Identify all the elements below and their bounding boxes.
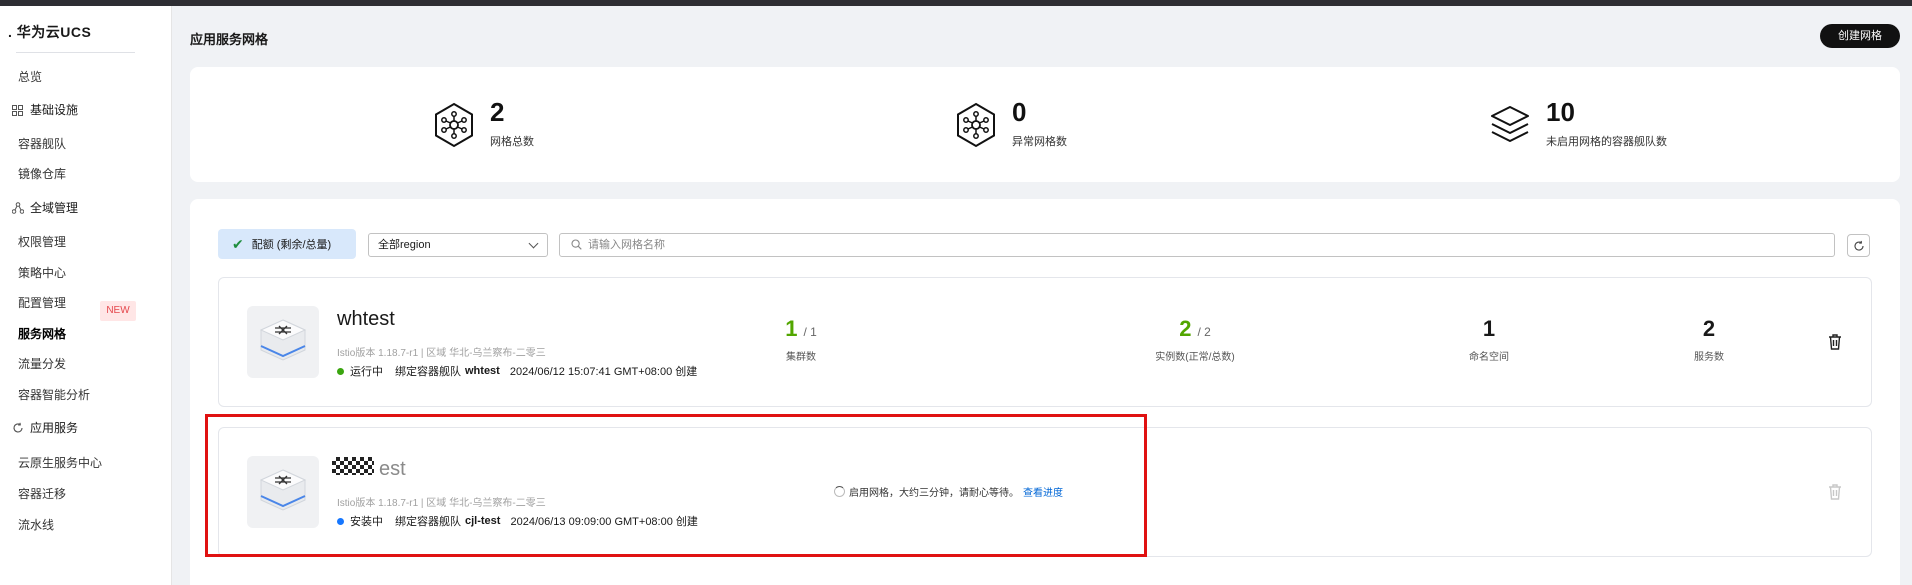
metric-services: 2 服务数 (1649, 316, 1769, 363)
fleet-name: whtest (465, 365, 500, 377)
status-text: 安装中 (350, 516, 383, 528)
sidebar-group-app-services[interactable]: 应用服务 (11, 420, 78, 436)
sidebar-item-permissions[interactable]: 权限管理 (18, 234, 66, 250)
metric-label: 命名空间 (1469, 352, 1509, 363)
quota-label: 配额 (剩余/总量) (251, 239, 332, 251)
sidebar-group-label: 全域管理 (30, 201, 79, 215)
grid-icon (11, 104, 24, 117)
search-icon (571, 239, 582, 250)
metric-total: / 2 (1197, 325, 1211, 339)
mesh-card[interactable]: whtest Istio版本 1.18.7-r1 | 区域 华北-乌兰察布-二零… (218, 277, 1872, 407)
mesh-name[interactable]: whtest (337, 308, 395, 331)
sidebar-item-pipeline[interactable]: 流水线 (18, 517, 54, 533)
stat-label: 网格总数 (490, 136, 534, 148)
quota-button[interactable]: ✔ 配额 (剩余/总量) (218, 229, 356, 259)
metric-label: 实例数(正常/总数) (1155, 352, 1235, 363)
mesh-device-icon (259, 319, 307, 361)
create-mesh-button[interactable]: 创建网格 (1820, 24, 1900, 48)
fleet-name: cjl-test (465, 515, 501, 527)
metric-clusters: 1 / 1 集群数 (741, 316, 861, 363)
brand-label: 华为云UCS (16, 24, 92, 40)
page-title: 应用服务网格 (190, 32, 269, 47)
mesh-meta: Istio版本 1.18.7-r1 | 区域 华北-乌兰察布-二零三 (337, 498, 546, 509)
sidebar-group-infrastructure[interactable]: 基础设施 (11, 102, 78, 118)
metric-label: 服务数 (1694, 352, 1724, 363)
top-bar (0, 0, 1912, 6)
mesh-icon (957, 102, 995, 148)
status-dot-installing (337, 517, 344, 525)
sidebar-group-label: 应用服务 (30, 421, 79, 435)
bind-label: 绑定容器舰队 (395, 516, 461, 528)
sidebar-item-config[interactable]: 配置管理 (18, 295, 66, 311)
sidebar-item-overview[interactable]: 总览 (18, 69, 42, 85)
metric-value: 1 (785, 316, 798, 341)
metric-namespaces: 1 命名空间 (1429, 316, 1549, 363)
status-dot-running (337, 367, 344, 375)
metric-total: / 1 (803, 325, 817, 339)
created-time: 2024/06/13 09:09:00 GMT+08:00 创建 (510, 516, 698, 528)
trash-icon (1829, 484, 1841, 500)
redacted-name-mask (332, 457, 374, 475)
network-icon (11, 202, 24, 215)
sidebar: . 华为云UCS 总览 基础设施 容器舰队 镜像仓库 全域管理 权限管理 策略中… (0, 6, 172, 585)
mesh-thumbnail (247, 456, 319, 528)
layers-icon (1491, 106, 1529, 142)
sidebar-item-policy[interactable]: 策略中心 (18, 265, 66, 281)
sidebar-group-global[interactable]: 全域管理 (11, 200, 78, 216)
trash-icon[interactable] (1827, 333, 1843, 351)
status-text: 运行中 (350, 366, 383, 378)
stat-value: 10 (1546, 97, 1575, 127)
sidebar-group-label: 基础设施 (30, 103, 79, 117)
cycle-icon (11, 422, 24, 435)
metric-value: 2 (1702, 316, 1716, 341)
mesh-device-icon (259, 469, 307, 511)
sidebar-item-intelligent-analysis[interactable]: 容器智能分析 (18, 387, 90, 403)
bind-label: 绑定容器舰队 (395, 366, 461, 378)
region-select-value: 全部region (378, 239, 431, 251)
refresh-button[interactable] (1847, 234, 1870, 257)
mesh-status-line: 安装中 绑定容器舰队 cjl-test 2024/06/13 09:09:00 … (337, 513, 698, 529)
refresh-icon (1853, 240, 1864, 251)
sidebar-item-traffic[interactable]: 流量分发 (18, 356, 66, 372)
mesh-meta: Istio版本 1.18.7-r1 | 区域 华北-乌兰察布-二零三 (337, 348, 546, 359)
progress-text: 启用网格，大约三分钟，请耐心等待。 (849, 488, 1019, 499)
stat-label: 异常网格数 (1012, 136, 1067, 148)
metric-value: 1 (1482, 316, 1496, 341)
mesh-icon (435, 102, 473, 148)
mesh-status-line: 运行中 绑定容器舰队 whtest 2024/06/12 15:07:41 GM… (337, 363, 697, 379)
metric-label: 集群数 (786, 352, 816, 363)
metric-value: 2 (1179, 316, 1192, 341)
metric-instances: 2 / 2 实例数(正常/总数) (1135, 316, 1255, 363)
chevron-down-icon (528, 238, 539, 249)
brand-divider (16, 52, 135, 53)
mesh-thumbnail (247, 306, 319, 378)
sidebar-item-service-mesh[interactable]: 服务网格 (18, 326, 66, 342)
stat-value: 2 (490, 97, 505, 127)
sidebar-item-image-repo[interactable]: 镜像仓库 (18, 166, 66, 182)
created-time: 2024/06/12 15:07:41 GMT+08:00 创建 (509, 366, 698, 378)
brand-title[interactable]: . 华为云UCS (8, 22, 91, 42)
search-field[interactable] (559, 233, 1835, 257)
search-input[interactable] (588, 237, 1818, 253)
sidebar-item-cloud-native-center[interactable]: 云原生服务中心 (18, 455, 102, 471)
new-badge: NEW (100, 301, 136, 321)
region-select[interactable]: 全部region (368, 233, 548, 257)
sidebar-item-migration[interactable]: 容器迁移 (18, 486, 66, 502)
check-icon: ✔ (232, 235, 244, 252)
stat-value: 0 (1012, 97, 1027, 127)
install-progress-hint: 启用网格，大约三分钟，请耐心等待。 查看进度 (834, 484, 1063, 499)
stat-label: 未启用网格的容器舰队数 (1546, 136, 1667, 148)
view-progress-link[interactable]: 查看进度 (1023, 484, 1063, 499)
loading-spinner-icon (834, 486, 845, 497)
sidebar-item-fleets[interactable]: 容器舰队 (18, 136, 66, 152)
stats-card: 2 网格总数 0 异常网格数 10 未启用网格的容器舰队数 (190, 67, 1900, 182)
mesh-name[interactable]: est (379, 458, 406, 481)
